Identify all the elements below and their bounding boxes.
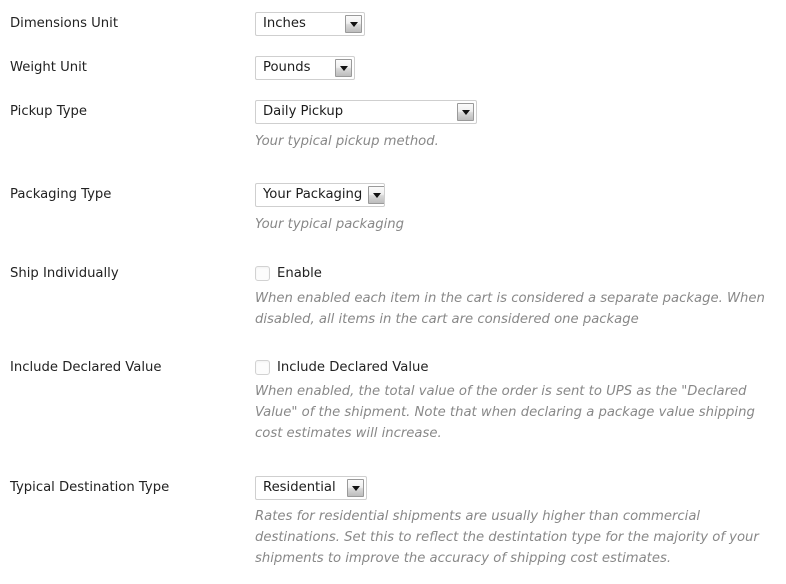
select-dimensions-unit-value: Inches: [263, 16, 306, 32]
select-typical-destination-type-value: Residential: [263, 480, 336, 496]
form-row-dimensions-unit: Dimensions Unit Inches: [0, 0, 786, 36]
label-typical-destination-type: Typical Destination Type: [10, 480, 170, 495]
checkbox-ship-individually[interactable]: [255, 266, 270, 281]
checkbox-include-declared-value[interactable]: [255, 360, 270, 375]
checkbox-label-ship-individually: Enable: [277, 266, 322, 281]
select-weight-unit-value: Pounds: [263, 60, 311, 76]
form-row-weight-unit: Weight Unit Pounds: [0, 36, 786, 80]
label-weight-unit: Weight Unit: [10, 60, 87, 75]
field-dimensions-unit: Inches: [255, 12, 786, 36]
form-row-pickup-type: Pickup Type Daily Pickup Your typical pi…: [0, 80, 786, 152]
chevron-down-icon[interactable]: [347, 479, 364, 497]
chevron-down-icon[interactable]: [335, 59, 352, 77]
label-packaging-type: Packaging Type: [10, 187, 112, 202]
field-ship-individually: Enable When enabled each item in the car…: [255, 265, 786, 330]
checkbox-label-include-declared-value: Include Declared Value: [277, 360, 429, 375]
label-include-declared-value: Include Declared Value: [10, 360, 162, 375]
label-ship-individually: Ship Individually: [10, 266, 119, 281]
chevron-down-icon[interactable]: [345, 15, 362, 33]
description-include-declared-value: When enabled, the total value of the ord…: [255, 384, 755, 441]
description-ship-individually: When enabled each item in the cart is co…: [255, 291, 765, 327]
field-packaging-type: Your Packaging Your typical packaging: [255, 183, 786, 235]
form-row-typical-destination-type: Typical Destination Type Residential Rat…: [0, 444, 786, 569]
chevron-down-icon[interactable]: [457, 103, 474, 121]
description-typical-destination-type: Rates for residential shipments are usua…: [255, 509, 759, 566]
description-packaging-type: Your typical packaging: [255, 217, 405, 232]
select-packaging-type-value: Your Packaging: [263, 187, 363, 203]
select-pickup-type[interactable]: Daily Pickup: [255, 100, 477, 124]
select-typical-destination-type[interactable]: Residential: [255, 476, 367, 500]
description-pickup-type: Your typical pickup method.: [255, 134, 439, 149]
field-weight-unit: Pounds: [255, 56, 786, 80]
form-row-packaging-type: Packaging Type Your Packaging Your typic…: [0, 152, 786, 235]
select-packaging-type[interactable]: Your Packaging: [255, 183, 385, 207]
label-dimensions-unit: Dimensions Unit: [10, 16, 119, 31]
form-row-include-declared-value: Include Declared Value Include Declared …: [0, 330, 786, 444]
chevron-down-icon[interactable]: [368, 186, 384, 204]
field-pickup-type: Daily Pickup Your typical pickup method.: [255, 100, 786, 152]
select-dimensions-unit[interactable]: Inches: [255, 12, 365, 36]
select-pickup-type-value: Daily Pickup: [263, 104, 344, 120]
select-weight-unit[interactable]: Pounds: [255, 56, 355, 80]
field-include-declared-value: Include Declared Value When enabled, the…: [255, 359, 786, 444]
shipping-settings-form: Dimensions Unit Inches Weight Unit Pound…: [0, 0, 786, 569]
field-typical-destination-type: Residential Rates for residential shipme…: [255, 476, 786, 569]
label-pickup-type: Pickup Type: [10, 104, 88, 119]
form-row-ship-individually: Ship Individually Enable When enabled ea…: [0, 235, 786, 330]
